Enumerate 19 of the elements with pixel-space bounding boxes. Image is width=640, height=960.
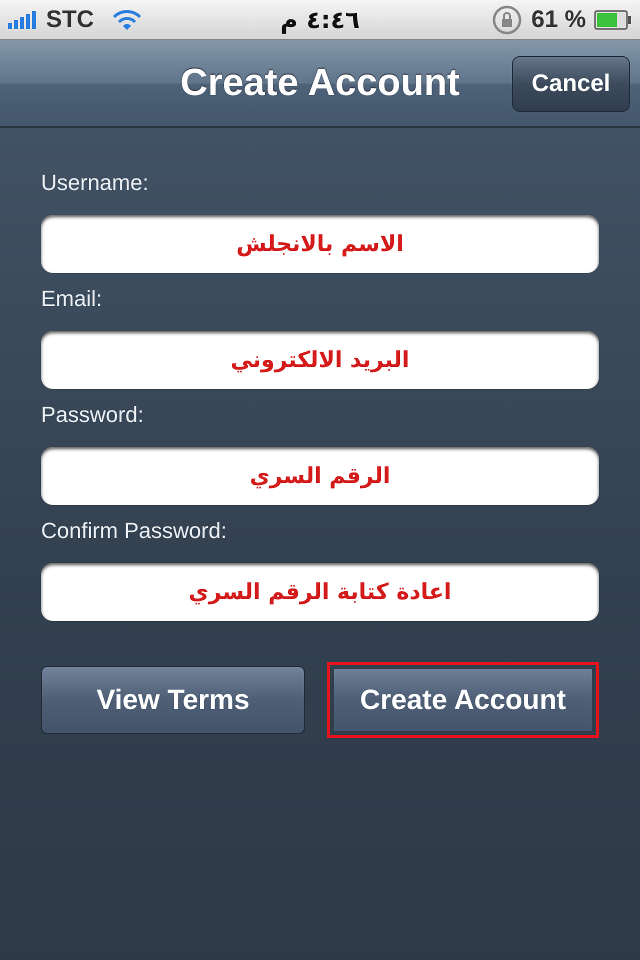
carrier-name: STC: [46, 6, 94, 34]
rotation-lock-icon: [491, 4, 524, 36]
screen-title: Create Account: [180, 62, 460, 104]
input-field[interactable]: اعادة كتابة الرقم السري: [41, 563, 599, 621]
battery-icon: [594, 10, 632, 30]
action-button[interactable]: Create Account: [327, 662, 599, 738]
status-time: ٤:٤٦ م: [280, 6, 360, 34]
field-label: Password:: [41, 402, 145, 429]
wifi-icon: [112, 8, 142, 30]
input-field[interactable]: الرقم السري: [41, 447, 599, 505]
action-button[interactable]: View Terms: [41, 666, 305, 734]
cancel-button[interactable]: Cancel: [512, 56, 630, 112]
signal-icon: [8, 10, 38, 28]
field-label: Confirm Password:: [41, 518, 228, 545]
input-field[interactable]: الاسم بالانجلش: [41, 215, 599, 273]
battery-percent: 61 %: [531, 6, 586, 34]
input-field[interactable]: البريد الالكتروني: [41, 331, 599, 389]
field-label: Username:: [41, 170, 150, 197]
field-label: Email:: [41, 286, 104, 313]
